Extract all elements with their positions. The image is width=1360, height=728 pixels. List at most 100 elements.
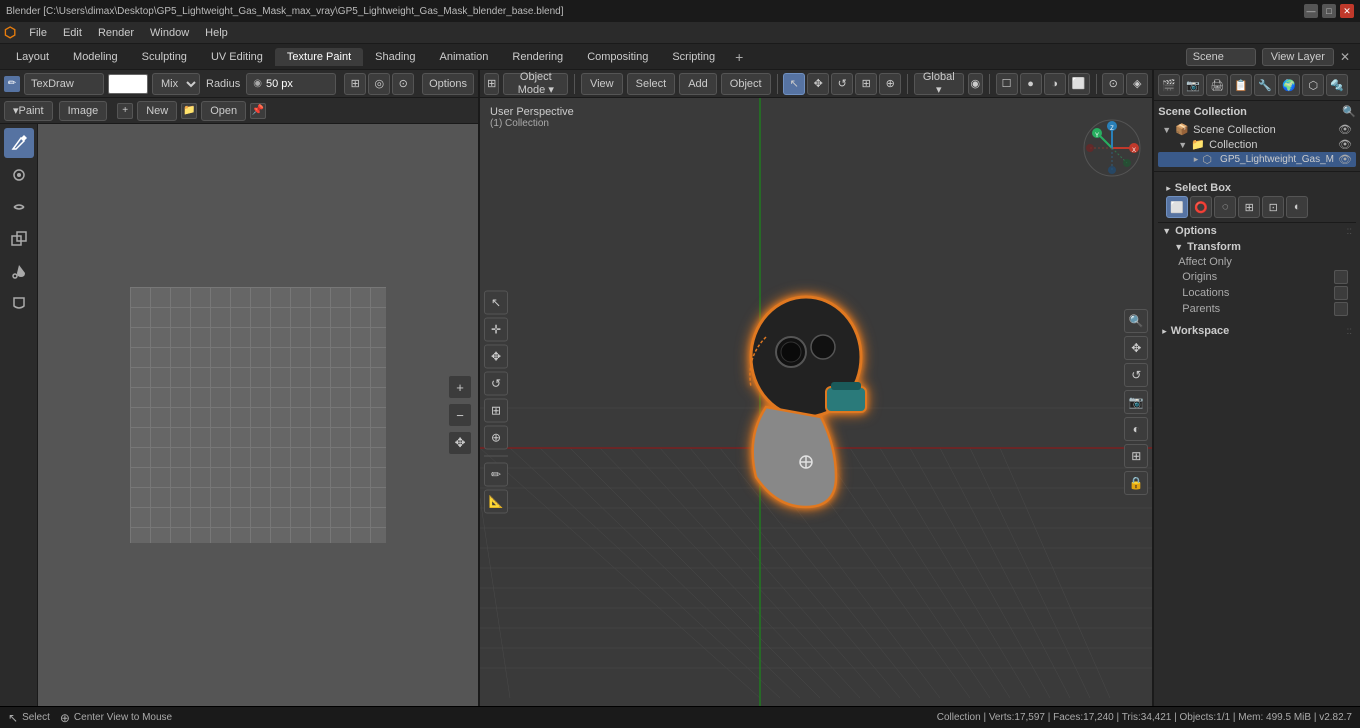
render-icon[interactable]: ⬜	[1068, 73, 1090, 95]
falloff-icon[interactable]: ⊙	[392, 73, 414, 95]
pin-icon[interactable]: 📌	[250, 103, 266, 119]
xray-icon[interactable]: ◈	[1126, 73, 1148, 95]
select-loop-icon[interactable]: ◐	[1286, 196, 1308, 218]
menu-file[interactable]: File	[22, 25, 54, 41]
eye-icon-collection[interactable]: 👁	[1338, 138, 1352, 151]
workspace-header[interactable]: ▸ Workspace ::	[1158, 323, 1356, 339]
object-props-icon[interactable]: ⬡	[1302, 74, 1324, 96]
add-workspace-button[interactable]: +	[727, 47, 751, 67]
view-layer-button[interactable]: View Layer	[1262, 48, 1334, 66]
tab-shading[interactable]: Shading	[363, 48, 427, 66]
menu-window[interactable]: Window	[143, 25, 196, 41]
locations-checkbox[interactable]	[1334, 286, 1348, 300]
clone-tool-button[interactable]	[4, 224, 34, 254]
select-box-icon[interactable]: ⬜	[1166, 196, 1188, 218]
image-menu-button[interactable]: Image	[59, 101, 108, 121]
fill-tool-button[interactable]	[4, 256, 34, 286]
tree-arrow-collection: ▼	[1178, 140, 1187, 150]
mask-tool-button[interactable]	[4, 288, 34, 318]
overlay-icon[interactable]: ⊙	[1102, 73, 1124, 95]
filter-icon[interactable]: 🔍	[1342, 105, 1356, 118]
tab-rendering[interactable]: Rendering	[500, 48, 575, 66]
draw-tool-button[interactable]	[4, 128, 34, 158]
world-props-icon[interactable]: 🌍	[1278, 74, 1300, 96]
modifier-props-icon[interactable]: 🔩	[1326, 74, 1348, 96]
scene-input[interactable]	[1186, 48, 1256, 66]
object-menu-button[interactable]: Object	[721, 73, 771, 95]
tab-modeling[interactable]: Modeling	[61, 48, 130, 66]
render-props-icon[interactable]: 📷	[1182, 74, 1204, 96]
tree-item-scene-collection[interactable]: ▼ 📦 Scene Collection 👁	[1158, 122, 1356, 137]
tree-item-collection[interactable]: ▼ 📁 Collection 👁	[1158, 137, 1356, 152]
options-button[interactable]: Options	[422, 73, 474, 95]
tab-sculpting[interactable]: Sculpting	[130, 48, 199, 66]
select-lasso-icon[interactable]: ◌	[1214, 196, 1236, 218]
navigation-gizmo[interactable]: X Y Z	[1082, 118, 1142, 178]
tab-animation[interactable]: Animation	[428, 48, 501, 66]
scene-settings-icon[interactable]: 🔧	[1254, 74, 1276, 96]
menu-render[interactable]: Render	[91, 25, 141, 41]
view-layer-props-icon[interactable]: 📋	[1230, 74, 1252, 96]
collection-label: Collection	[1209, 139, 1334, 151]
zoom-in-button[interactable]: +	[448, 375, 472, 399]
minimize-button[interactable]: —	[1304, 4, 1318, 18]
view-layer-settings[interactable]: ✕	[1340, 50, 1350, 64]
move-icon[interactable]: ✥	[807, 73, 829, 95]
select-all-icon[interactable]: ⊞	[1238, 196, 1260, 218]
select-mode-icon[interactable]: ↖	[783, 73, 805, 95]
parents-checkbox[interactable]	[1334, 302, 1348, 316]
select-menu-button[interactable]: Select	[627, 73, 676, 95]
add-menu-button[interactable]: Add	[679, 73, 717, 95]
menu-edit[interactable]: Edit	[56, 25, 89, 41]
select-circle-icon[interactable]: ⭕	[1190, 196, 1212, 218]
grab-tool-button[interactable]: ✥	[448, 431, 472, 455]
pivot-icon[interactable]: ◉	[968, 73, 983, 95]
transform-header[interactable]: ▼ Transform	[1158, 239, 1356, 255]
close-button[interactable]: ✕	[1340, 4, 1354, 18]
wireframe-icon[interactable]: ☐	[996, 73, 1018, 95]
origins-checkbox[interactable]	[1334, 270, 1348, 284]
radius-label: Radius	[204, 78, 242, 90]
maximize-button[interactable]: □	[1322, 4, 1336, 18]
tab-layout[interactable]: Layout	[4, 48, 61, 66]
viewport-header-icon[interactable]: ⊞	[484, 73, 499, 95]
options-header[interactable]: ▼ Options ::	[1158, 223, 1356, 239]
snap-icon[interactable]: ⊞	[344, 73, 366, 95]
blend-mode-dropdown[interactable]: Mix	[152, 73, 200, 95]
zoom-out-button[interactable]: −	[448, 403, 472, 427]
smear-tool-button[interactable]	[4, 192, 34, 222]
output-props-icon[interactable]: 🖨	[1206, 74, 1228, 96]
menu-help[interactable]: Help	[198, 25, 235, 41]
transform-icon[interactable]: ⊕	[879, 73, 901, 95]
eye-icon-scene[interactable]: 👁	[1338, 123, 1352, 136]
canvas-area[interactable]: + − ✥	[38, 124, 478, 706]
select-box-header[interactable]: ▸ Select Box	[1162, 180, 1352, 196]
tree-item-object[interactable]: ▸ ⬡ GP5_Lightweight_Gas_M 👁	[1158, 152, 1356, 167]
object-mode-button[interactable]: Object Mode ▾	[503, 73, 568, 95]
viewport-content[interactable]: User Perspective (1) Collection ↖ ✛ ✥ ↺ …	[480, 98, 1152, 706]
orientation-button[interactable]: Global ▾	[914, 73, 964, 95]
tab-compositing[interactable]: Compositing	[575, 48, 660, 66]
soften-tool-button[interactable]	[4, 160, 34, 190]
open-image-button[interactable]: Open	[201, 101, 246, 121]
folder-icon[interactable]: 📁	[181, 103, 197, 119]
tab-scripting[interactable]: Scripting	[660, 48, 727, 66]
paint-menu-button[interactable]: ▾ Paint	[4, 101, 53, 121]
select-checker-icon[interactable]: ⊡	[1262, 196, 1284, 218]
color-swatch[interactable]	[108, 74, 148, 94]
view-menu-button[interactable]: View	[581, 73, 623, 95]
tab-uv-editing[interactable]: UV Editing	[199, 48, 275, 66]
eye-icon-object[interactable]: 👁	[1338, 153, 1352, 166]
new-image-button[interactable]: New	[137, 101, 177, 121]
add-image-icon[interactable]: +	[117, 103, 133, 119]
material-icon[interactable]: ◑	[1044, 73, 1066, 95]
proportional-icon[interactable]: ◎	[368, 73, 390, 95]
rotate-icon[interactable]: ↺	[831, 73, 853, 95]
brush-name-input[interactable]	[24, 73, 104, 95]
scale-icon[interactable]: ⊞	[855, 73, 877, 95]
radius-field[interactable]: ◉ 50 px	[246, 73, 336, 95]
scene-props-icon[interactable]: 🎬	[1158, 74, 1180, 96]
tab-texture-paint[interactable]: Texture Paint	[275, 48, 363, 66]
separator-3	[907, 74, 908, 94]
solid-icon[interactable]: ●	[1020, 73, 1042, 95]
